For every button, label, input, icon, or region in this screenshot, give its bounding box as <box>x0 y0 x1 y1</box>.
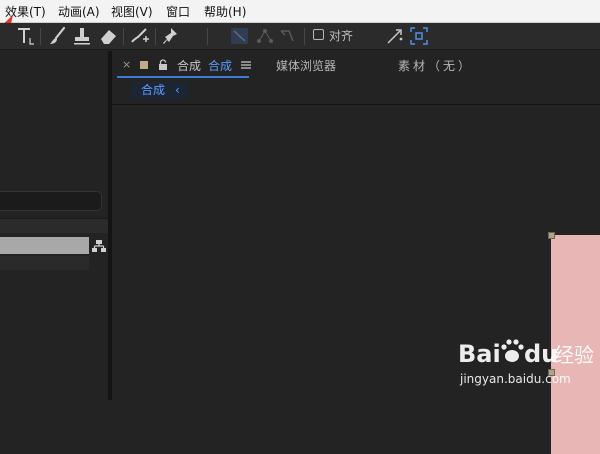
composition-navigator-bar: 合成 ‹ <box>112 79 600 105</box>
menu-view[interactable]: 视图(V) <box>111 3 153 20</box>
tab-footage[interactable]: 素材（无） <box>398 57 473 74</box>
eraser-tool-icon[interactable] <box>97 25 119 47</box>
roto-brush-tool-icon[interactable] <box>129 25 153 47</box>
layer-handle-top-left[interactable] <box>548 232 555 239</box>
close-icon[interactable]: × <box>122 58 131 71</box>
snap-edges-icon[interactable] <box>384 25 406 47</box>
toolbar: 对齐 <box>0 23 600 50</box>
toolbar-separator <box>304 28 305 45</box>
project-search-field[interactable] <box>0 191 102 211</box>
puppet-pin-tool-icon[interactable] <box>160 25 182 47</box>
svg-text:经验: 经验 <box>554 343 594 367</box>
baidu-jingyan-logo: Bai du 经验 <box>458 339 594 368</box>
lock-icon[interactable] <box>158 59 168 71</box>
tab-composition-prefix[interactable]: 合成 <box>177 57 201 74</box>
flowchart-icon[interactable] <box>91 238 107 254</box>
toolbar-separator <box>123 28 124 45</box>
panel-tab-bar: × 合成 合成 媒体浏览器 素材（无） <box>112 51 600 79</box>
menu-window[interactable]: 窗口 <box>166 3 190 20</box>
active-tab-indicator <box>117 76 249 78</box>
puppet-starch-icon <box>257 29 273 43</box>
project-panel <box>0 51 108 400</box>
toolbar-separator <box>40 28 41 45</box>
brush-tool-icon[interactable] <box>47 25 69 47</box>
watermark-url: jingyan.baidu.com <box>460 372 571 386</box>
panel-separator <box>0 218 108 233</box>
snap-checkbox[interactable] <box>313 29 324 40</box>
composition-breadcrumb[interactable]: 合成 ‹ <box>131 82 188 99</box>
snap-features-icon[interactable] <box>408 25 430 47</box>
comp-color-swatch <box>140 61 148 69</box>
menu-help[interactable]: 帮助(H) <box>204 3 246 20</box>
baidu-watermark: Bai du 经验 jingyan.baidu.com <box>456 330 600 400</box>
snap-label: 对齐 <box>329 29 354 43</box>
toolbar-separator <box>155 28 156 45</box>
tab-media-browser[interactable]: 媒体浏览器 <box>276 57 336 74</box>
puppet-position-icon <box>231 28 248 44</box>
project-column-header[interactable] <box>0 237 89 254</box>
menu-bar: 效果(T) 动画(A) 视图(V) 窗口 帮助(H) <box>0 0 600 23</box>
tab-composition-name[interactable]: 合成 <box>208 57 232 74</box>
svg-text:Bai: Bai <box>458 340 501 368</box>
project-list-row[interactable] <box>0 256 89 270</box>
puppet-bend-icon <box>280 30 294 42</box>
toolbar-separator <box>207 28 208 45</box>
clone-stamp-tool-icon[interactable] <box>71 25 93 47</box>
text-tool-icon[interactable] <box>14 25 36 47</box>
chevron-left-icon: ‹ <box>175 83 180 97</box>
breadcrumb-label: 合成 <box>141 83 166 97</box>
panel-menu-icon[interactable] <box>241 61 251 69</box>
menu-animation[interactable]: 动画(A) <box>58 3 100 20</box>
